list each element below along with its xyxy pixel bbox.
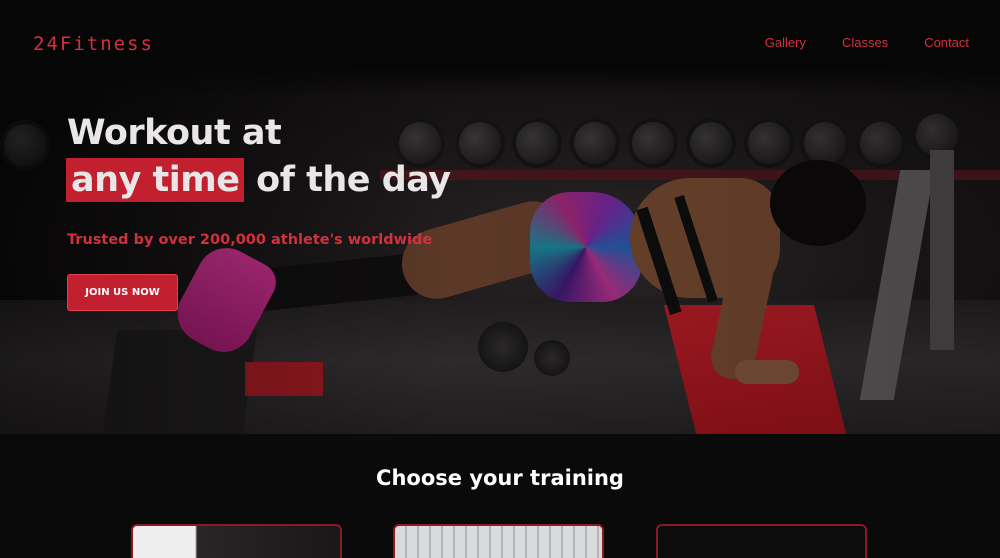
hero-title-rest: of the day [256,160,451,200]
hero-subtitle: Trusted by over 200,000 athlete's worldw… [67,232,433,248]
hero-section [0,0,1000,434]
training-card-3[interactable] [656,524,867,558]
hero-title-line2: any time of the day [66,158,451,202]
training-section-title: Choose your training [376,466,624,490]
nav-item-gallery[interactable]: Gallery [765,35,806,50]
nav-item-contact[interactable]: Contact [924,35,969,50]
nav-item-classes[interactable]: Classes [842,35,888,50]
training-card-2[interactable] [393,524,604,558]
join-us-button[interactable]: JOIN US NOW [67,274,178,311]
brand-logo[interactable]: 24Fitness [33,33,154,55]
hero-title-highlight: any time [66,158,245,202]
training-card-1[interactable] [131,524,342,558]
main-nav: Gallery Classes Contact [765,35,969,50]
hero-title-line1: Workout at [67,113,282,153]
